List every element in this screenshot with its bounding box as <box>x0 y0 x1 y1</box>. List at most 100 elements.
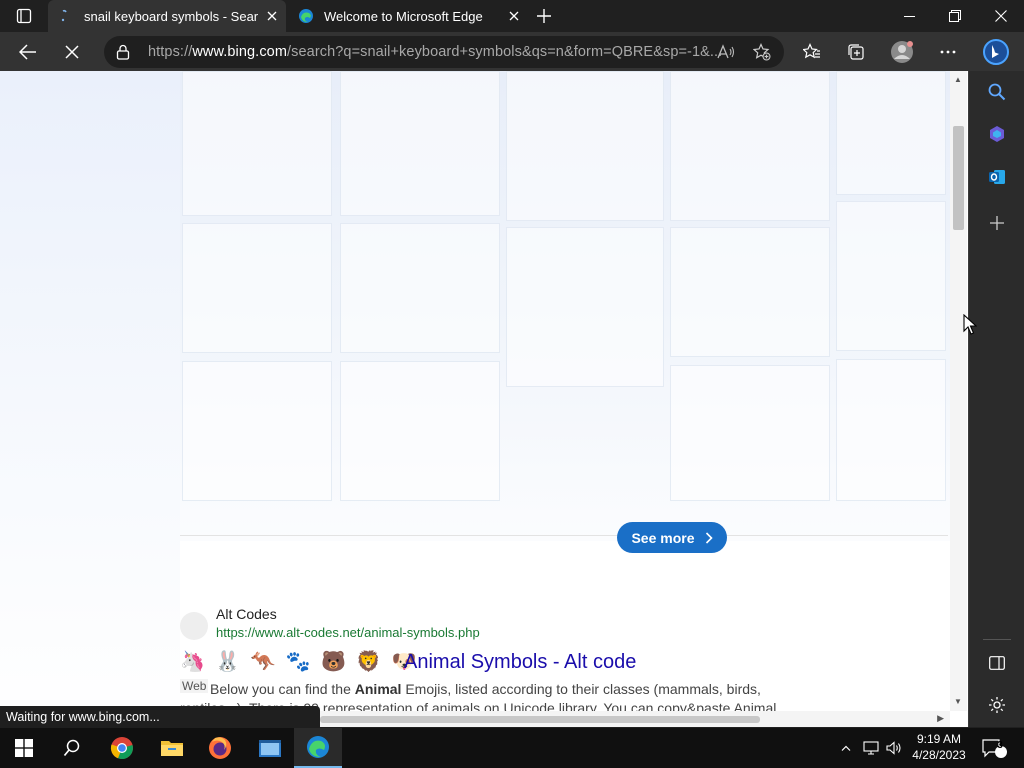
result-snippet: Below you can find the Animal Emojis, li… <box>210 681 761 697</box>
tab-welcome-edge[interactable]: Welcome to Microsoft Edge <box>288 0 528 32</box>
image-tile[interactable] <box>836 201 946 351</box>
vertical-scrollbar[interactable]: ▲ ▼ <box>950 71 967 711</box>
scroll-down-icon[interactable]: ▼ <box>954 697 962 706</box>
mouse-cursor-icon <box>963 314 977 335</box>
close-window-button[interactable] <box>978 0 1024 32</box>
bing-chat-button[interactable] <box>980 36 1012 68</box>
outlook-icon <box>989 170 1005 184</box>
image-tile[interactable] <box>182 223 332 353</box>
avatar-icon <box>891 41 913 63</box>
taskbar-clock[interactable]: 9:19 AM 4/28/2023 <box>908 731 970 763</box>
more-dots-icon <box>940 50 956 54</box>
section-divider <box>180 535 948 536</box>
edge-icon <box>307 736 329 758</box>
tab-actions-button[interactable] <box>0 0 48 32</box>
image-tile[interactable] <box>340 223 500 353</box>
address-url[interactable]: https://www.bing.com/search?q=snail+keyb… <box>148 44 722 60</box>
image-tile[interactable] <box>182 361 332 501</box>
volume-button[interactable] <box>883 728 905 768</box>
new-tab-button[interactable] <box>530 2 558 30</box>
address-bar[interactable]: https://www.bing.com/search?q=snail+keyb… <box>104 36 784 68</box>
image-tile[interactable] <box>182 71 332 216</box>
plus-icon <box>537 9 551 23</box>
back-button[interactable] <box>12 36 44 68</box>
image-tile[interactable] <box>506 227 664 387</box>
copilot-icon <box>990 126 1004 142</box>
settings-more-button[interactable] <box>932 36 964 68</box>
bing-icon <box>983 39 1009 65</box>
lock-icon[interactable] <box>116 44 130 65</box>
stop-icon <box>65 45 79 59</box>
scroll-right-icon[interactable]: ▶ <box>937 713 944 724</box>
collections-button[interactable] <box>840 36 872 68</box>
minimize-button[interactable] <box>886 0 932 32</box>
tab-close-button[interactable] <box>258 2 286 30</box>
tab-bar: snail keyboard symbols - Search Welcome … <box>0 0 1024 32</box>
firefox-icon <box>209 737 231 759</box>
tab-bing-search[interactable]: snail keyboard symbols - Search <box>48 0 286 32</box>
collections-icon <box>848 44 864 60</box>
read-aloud-button[interactable] <box>714 40 738 64</box>
plus-icon <box>990 216 1004 230</box>
site-favicon <box>180 612 208 640</box>
result-title-link[interactable]: Animal Symbols - Alt code <box>404 651 636 674</box>
read-aloud-icon <box>717 44 735 59</box>
notification-center-button[interactable]: 3 <box>976 728 1012 768</box>
network-icon <box>863 741 879 755</box>
tab-close-button[interactable] <box>500 2 528 30</box>
taskbar-edge[interactable] <box>294 728 342 768</box>
image-tile[interactable] <box>670 365 830 501</box>
search-icon <box>63 739 80 757</box>
sidebar-add-button[interactable] <box>981 207 1013 239</box>
tab-title: Welcome to Microsoft Edge <box>324 8 483 24</box>
clock-date: 4/28/2023 <box>912 748 966 762</box>
taskbar-chrome[interactable] <box>98 728 146 768</box>
result-site-name[interactable]: Alt Codes <box>216 606 277 622</box>
image-tile[interactable] <box>836 71 946 195</box>
image-tile[interactable] <box>506 71 664 221</box>
image-tile[interactable] <box>836 359 946 501</box>
taskbar-file-explorer[interactable] <box>148 728 196 768</box>
sidebar-search-button[interactable] <box>981 76 1013 108</box>
folder-icon <box>161 741 183 756</box>
start-button[interactable] <box>0 728 48 768</box>
image-tile[interactable] <box>340 361 500 501</box>
window-app-icon <box>259 740 281 757</box>
taskbar-firefox[interactable] <box>196 728 244 768</box>
gear-icon <box>989 697 1005 713</box>
result-url[interactable]: https://www.alt-codes.net/animal-symbols… <box>216 625 480 640</box>
sidebar-settings-button[interactable] <box>981 689 1013 721</box>
taskbar-search-button[interactable] <box>48 728 96 768</box>
page-background <box>0 71 180 727</box>
minimize-icon <box>903 15 915 17</box>
image-tile[interactable] <box>340 71 500 216</box>
page-content: See more Alt Codes https://www.alt-codes… <box>0 71 968 727</box>
web-badge: Web <box>180 679 209 693</box>
favorites-button[interactable] <box>796 36 828 68</box>
see-more-label: See more <box>631 529 695 546</box>
taskbar-app[interactable] <box>246 728 294 768</box>
sidebar-copilot-button[interactable] <box>981 118 1013 150</box>
clock-time: 9:19 AM <box>916 732 962 746</box>
image-tile[interactable] <box>670 71 830 221</box>
scrollbar-thumb[interactable] <box>320 716 760 723</box>
edge-sidebar <box>968 71 1024 727</box>
result-emojis[interactable]: 🦄 🐰 🦘 🐾 🐻 🦁 🐶 <box>180 649 418 673</box>
back-arrow-icon <box>19 44 36 60</box>
restore-button[interactable] <box>932 0 978 32</box>
volume-icon <box>886 741 901 755</box>
network-button[interactable] <box>860 728 882 768</box>
tab-title: snail keyboard symbols - Search <box>84 8 258 24</box>
sidebar-toggle-button[interactable] <box>981 647 1013 679</box>
profile-button[interactable] <box>886 36 918 68</box>
see-more-button[interactable]: See more <box>617 522 727 553</box>
tray-overflow-button[interactable] <box>836 728 856 768</box>
close-icon <box>509 11 519 21</box>
scrollbar-thumb[interactable] <box>953 126 964 230</box>
restore-icon <box>949 10 961 22</box>
image-tile[interactable] <box>670 227 830 357</box>
stop-loading-button[interactable] <box>56 36 88 68</box>
scroll-up-icon[interactable]: ▲ <box>954 75 962 84</box>
add-favorite-button[interactable] <box>750 40 774 64</box>
sidebar-outlook-button[interactable] <box>981 161 1013 193</box>
